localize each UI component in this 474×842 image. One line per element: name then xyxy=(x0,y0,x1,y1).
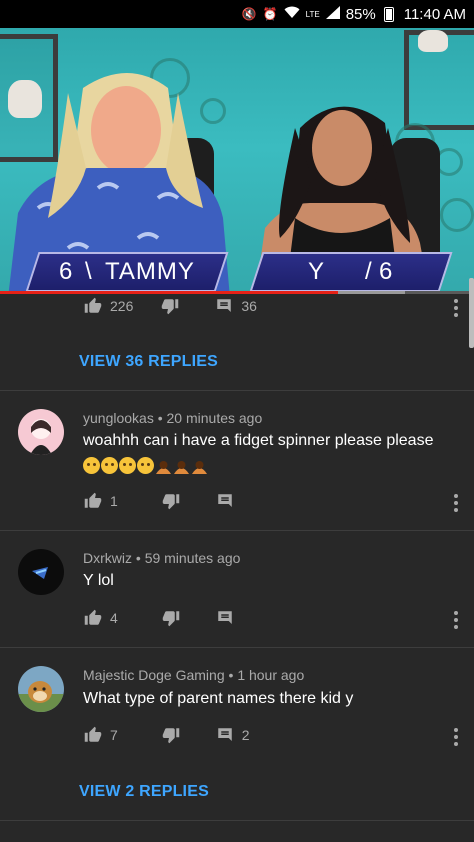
view-replies-link[interactable]: VIEW 2 REPLIES xyxy=(79,783,209,801)
comment-actions: 7 2 xyxy=(84,723,250,747)
thumbs-up-icon xyxy=(84,297,102,313)
signal-icon xyxy=(325,6,340,22)
pleading-face-icon xyxy=(101,457,118,474)
pleading-face-icon xyxy=(137,457,154,474)
comment-text: woahhh can i have a fidget spinner pleas… xyxy=(83,432,434,449)
reply-button[interactable]: 36 xyxy=(215,297,257,315)
vase xyxy=(418,30,448,52)
pleading-face-icon xyxy=(83,457,100,474)
avatar[interactable] xyxy=(18,666,64,712)
comment-author[interactable]: Majestic Doge Gaming xyxy=(83,667,225,683)
comment-author[interactable]: Dxrkwiz xyxy=(83,550,132,566)
video-player[interactable]: 6 \ TAMMY Y / 6 xyxy=(0,28,474,294)
left-score: 6 xyxy=(59,258,74,285)
scrollbar[interactable] xyxy=(469,278,474,348)
comment-icon xyxy=(218,611,232,624)
mute-icon: 🔇 xyxy=(241,7,257,21)
comment-time: 20 minutes ago xyxy=(166,410,263,426)
divider xyxy=(0,820,474,821)
thumbs-up-icon xyxy=(84,492,102,508)
comment-text: What type of parent names there kid y xyxy=(83,690,354,707)
lte-icon: LTE xyxy=(305,9,320,19)
thumbs-up-icon xyxy=(84,726,102,742)
more-options-icon[interactable] xyxy=(454,728,458,746)
dislike-button[interactable] xyxy=(162,726,180,744)
like-button[interactable]: 7 xyxy=(84,726,118,744)
right-name: Y xyxy=(308,258,326,285)
comment-actions: 4 xyxy=(84,606,242,630)
like-button[interactable]: 1 xyxy=(84,492,118,510)
like-button[interactable]: 4 xyxy=(84,609,118,627)
like-button[interactable]: 226 xyxy=(84,297,133,315)
reply-button[interactable] xyxy=(216,492,242,510)
dislike-button[interactable] xyxy=(161,297,179,315)
right-name-tag: Y / 6 xyxy=(249,252,453,292)
person-bowing-icon xyxy=(192,461,207,474)
comment-time: 1 hour ago xyxy=(237,667,305,683)
status-bar: 🔇 ⏰ LTE 85% 11:40 AM xyxy=(0,0,474,28)
like-count: 1 xyxy=(110,493,118,509)
battery-icon xyxy=(383,6,394,22)
more-options-icon[interactable] xyxy=(454,299,458,317)
thumbs-up-icon xyxy=(84,609,102,625)
comment-text: Y lol xyxy=(83,572,114,589)
reply-count: 2 xyxy=(241,727,250,743)
divider xyxy=(0,647,474,648)
dislike-button[interactable] xyxy=(162,492,180,510)
comment-actions: 1 xyxy=(84,489,242,513)
pleading-face-icon xyxy=(119,457,136,474)
comment-icon xyxy=(218,494,232,507)
reply-button[interactable]: 2 xyxy=(216,726,250,744)
more-options-icon[interactable] xyxy=(454,494,458,512)
person-bowing-icon xyxy=(156,461,171,474)
avatar[interactable] xyxy=(18,549,64,595)
battery-percent: 85% xyxy=(345,5,376,23)
comment-author[interactable]: yunglookas xyxy=(83,410,154,426)
comment-meta: Dxrkwiz • 59 minutes ago xyxy=(83,550,241,566)
thumbs-down-icon xyxy=(162,494,180,510)
more-options-icon[interactable] xyxy=(454,611,458,629)
left-name-tag: 6 \ TAMMY xyxy=(25,252,229,292)
thumbs-down-icon xyxy=(162,611,180,627)
clock: 11:40 AM xyxy=(403,5,466,23)
like-count: 4 xyxy=(110,610,118,626)
wifi-icon xyxy=(284,6,300,22)
avatar[interactable] xyxy=(18,409,64,455)
comment-icon xyxy=(218,728,232,741)
divider xyxy=(0,530,474,531)
comment-icon xyxy=(217,299,232,312)
person-bowing-icon xyxy=(174,461,189,474)
comment-meta: Majestic Doge Gaming • 1 hour ago xyxy=(83,667,305,683)
emoji-row xyxy=(83,457,208,474)
reply-button[interactable] xyxy=(216,609,242,627)
left-name: TAMMY xyxy=(105,258,195,285)
comment-actions: 226 36 xyxy=(84,294,257,318)
like-count: 226 xyxy=(110,298,134,314)
like-count: 7 xyxy=(110,727,118,743)
view-replies-link[interactable]: VIEW 36 REPLIES xyxy=(79,353,218,371)
thumbs-down-icon xyxy=(162,728,180,744)
right-score: 6 xyxy=(379,258,394,285)
thumbs-down-icon xyxy=(162,299,179,315)
divider xyxy=(0,390,474,391)
dislike-button[interactable] xyxy=(162,609,180,627)
comment-meta: yunglookas • 20 minutes ago xyxy=(83,410,263,426)
alarm-icon: ⏰ xyxy=(262,7,278,21)
comment-time: 59 minutes ago xyxy=(144,550,241,566)
reply-count: 36 xyxy=(241,298,257,314)
